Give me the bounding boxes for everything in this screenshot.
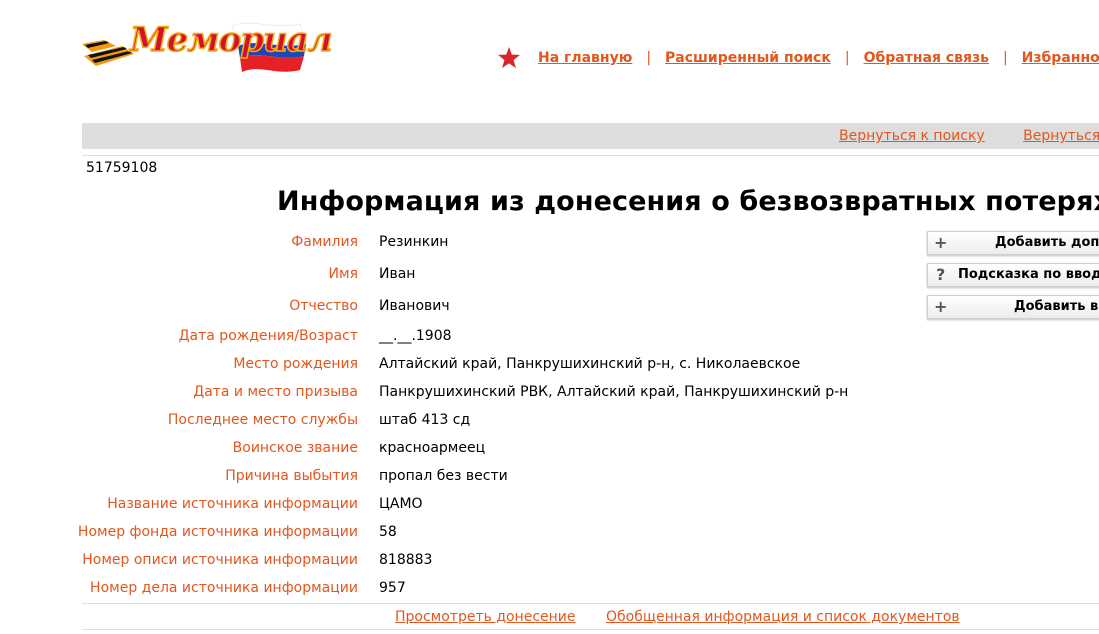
input-hint-label: Подсказка по вводу [958,267,1099,282]
field-label-rank: Воинское звание [232,440,358,456]
plus-icon: + [934,297,948,316]
field-label-patronymic: Отчество [289,298,358,314]
field-value-conscription: Панкрушихинский РВК, Алтайский край, Пан… [379,384,849,400]
field-value-last-service: штаб 413 сд [379,412,471,428]
nav-feedback-link[interactable]: Обратная связь [864,50,989,66]
field-value-birth-place: Алтайский край, Панкрушихинский р-н, с. … [379,356,801,372]
input-hint-button[interactable]: ? Подсказка по вводу [927,263,1099,287]
footer-links: Просмотреть донесение Обобщенная информа… [395,609,986,625]
back-links: Вернуться к поиску Вернуться к [839,128,1099,144]
field-value-surname: Резинкин [379,234,449,250]
field-value-rank: красноармеец [379,440,486,456]
field-label-birth-date: Дата рождения/Возраст [178,328,358,344]
back-to-search-link[interactable]: Вернуться к поиску [839,128,985,144]
nav-separator: | [1002,50,1008,66]
field-value-name: Иван [379,266,416,282]
record-id: 51759108 [86,160,158,176]
top-navigation: На главную | Расширенный поиск | Обратна… [497,44,1099,72]
toolbar-divider [82,149,1099,156]
field-value-birth-date: __.__.1908 [379,328,452,344]
field-label-birth-place: Место рождения [233,356,358,372]
field-value-reason: пропал без вести [379,468,508,484]
field-label-reason: Причина выбытия [225,468,358,484]
field-value-patronymic: Иванович [379,298,450,314]
field-value-fund-number: 58 [379,524,397,540]
field-value-case-number: 957 [379,580,406,596]
nav-advanced-search-link[interactable]: Расширенный поиск [665,50,831,66]
nav-home-link[interactable]: На главную [538,50,632,66]
plus-icon: + [934,233,948,252]
field-label-source-name: Название источника информации [107,496,358,512]
logo-wordmark: Мемориал [129,19,333,61]
nav-separator: | [646,50,652,66]
field-label-last-service: Последнее место службы [167,412,358,428]
field-value-source-name: ЦАМО [379,496,423,512]
field-label-fund-number: Номер фонда источника информации [77,524,358,540]
footer-divider-top [82,603,1099,604]
question-icon: ? [936,265,946,284]
memorial-logo[interactable]: Мемориал [82,16,333,80]
nav-separator: | [844,50,850,66]
add-extra-info-button[interactable]: + Добавить доп. [927,231,1099,255]
back-link-truncated[interactable]: Вернуться к [1023,128,1099,144]
page-title: Информация из донесения о безвозвратных … [277,186,1099,217]
add-to-favorites-button[interactable]: + Добавить в [927,295,1099,319]
add-to-favorites-label: Добавить в [1014,299,1099,314]
field-label-name: Имя [328,266,358,282]
field-label-conscription: Дата и место призыва [193,384,358,400]
field-label-inventory-number: Номер описи источника информации [82,552,358,568]
nav-favorites-link[interactable]: Избранное [1022,50,1099,66]
field-label-case-number: Номер дела источника информации [90,580,358,596]
add-extra-info-label: Добавить доп. [995,235,1099,250]
field-label-surname: Фамилия [291,234,358,250]
red-star-icon [498,47,520,68]
field-value-inventory-number: 818883 [379,552,433,568]
view-report-link[interactable]: Просмотреть донесение [395,609,576,625]
footer-divider-bottom [82,629,1099,630]
summary-documents-link[interactable]: Обобщенная информация и список документо… [606,609,960,625]
